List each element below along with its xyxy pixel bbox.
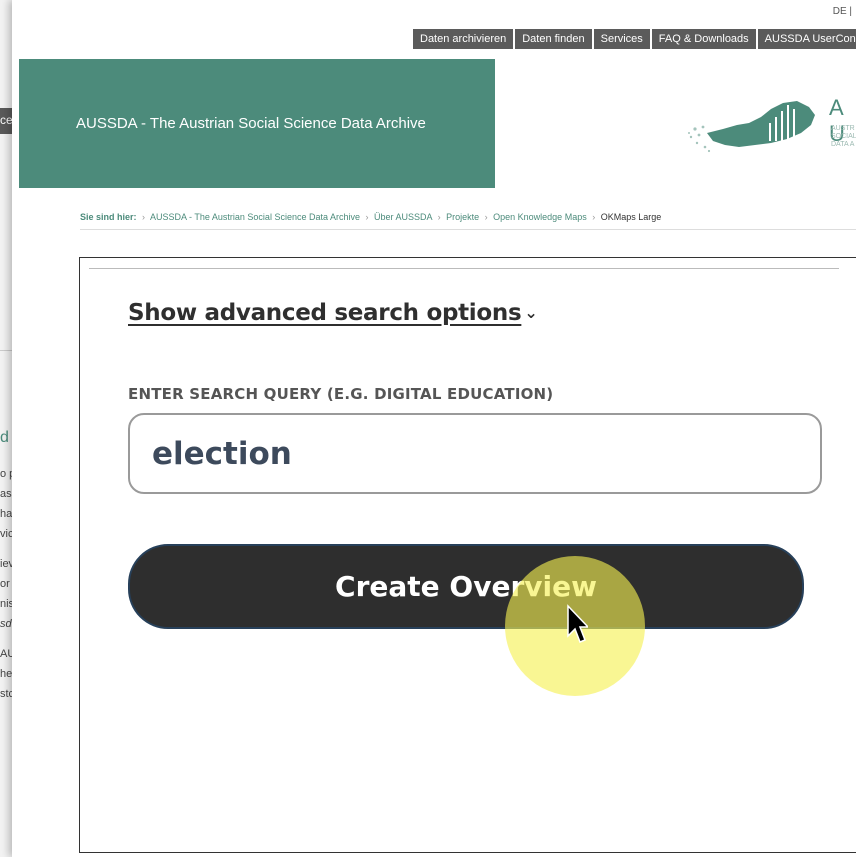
frame-divider xyxy=(89,268,839,269)
breadcrumb-separator: › xyxy=(365,212,369,222)
okmaps-embed-frame: Show advanced search options ⌄ ENTER SEAR… xyxy=(79,257,856,853)
breadcrumb-current: OKMaps Large xyxy=(600,212,662,222)
nav-daten-finden[interactable]: Daten finden xyxy=(515,29,592,49)
nav-aussda-usercon[interactable]: AUSSDA UserCon xyxy=(757,29,856,49)
austria-map-logo-icon xyxy=(688,101,815,153)
search-query-label: ENTER SEARCH QUERY (E.G. DIGITAL EDUCATI… xyxy=(128,385,554,403)
top-navigation: Daten archivieren Daten finden Services … xyxy=(413,29,856,49)
background-text: he xyxy=(0,668,13,680)
background-tab-label: ce xyxy=(0,113,13,127)
banner-title: AUSSDA - The Austrian Social Science Dat… xyxy=(76,115,426,132)
search-input[interactable] xyxy=(128,413,822,494)
background-text: ha xyxy=(0,508,13,520)
breadcrumb-link[interactable]: Open Knowledge Maps xyxy=(493,212,587,222)
advanced-search-toggle[interactable]: Show advanced search options ⌄ xyxy=(128,300,538,326)
background-text: as xyxy=(0,488,12,500)
language-switch[interactable]: DE | xyxy=(833,6,852,17)
breadcrumb-divider xyxy=(80,229,856,230)
logo-subtext-line: SOCIAL xyxy=(831,133,856,140)
breadcrumb-separator: › xyxy=(142,212,146,222)
background-text: or xyxy=(0,578,10,590)
logo-subtext-line: AUSTR xyxy=(831,125,855,132)
breadcrumb-lead: Sie sind hier: xyxy=(80,212,137,222)
create-overview-button[interactable]: Create Overview xyxy=(128,544,804,629)
breadcrumb-link[interactable]: Über AUSSDA xyxy=(374,212,432,222)
nav-daten-archivieren[interactable]: Daten archivieren xyxy=(413,29,514,49)
main-window: DE | Daten archivieren Daten finden Serv… xyxy=(12,0,856,857)
breadcrumb-separator: › xyxy=(592,212,596,222)
site-logo[interactable]: A U AUSTR SOCIAL DATA A xyxy=(495,59,856,188)
breadcrumb-link[interactable]: Projekte xyxy=(446,212,479,222)
background-text: sd xyxy=(0,618,12,630)
breadcrumb: Sie sind hier: › AUSSDA - The Austrian S… xyxy=(80,212,661,222)
breadcrumb-separator: › xyxy=(437,212,441,222)
breadcrumb-separator: › xyxy=(484,212,488,222)
advanced-search-label: Show advanced search options xyxy=(128,300,522,326)
breadcrumb-link[interactable]: AUSSDA - The Austrian Social Science Dat… xyxy=(150,212,360,222)
mouse-pointer-icon xyxy=(567,604,588,643)
chevron-down-icon: ⌄ xyxy=(524,303,538,322)
logo-subtext: AUSTR SOCIAL DATA A xyxy=(831,125,856,149)
site-banner: AUSSDA - The Austrian Social Science Dat… xyxy=(19,59,495,188)
logo-subtext-line: DATA A xyxy=(831,141,855,148)
nav-faq-downloads[interactable]: FAQ & Downloads xyxy=(651,29,756,49)
nav-services[interactable]: Services xyxy=(593,29,650,49)
